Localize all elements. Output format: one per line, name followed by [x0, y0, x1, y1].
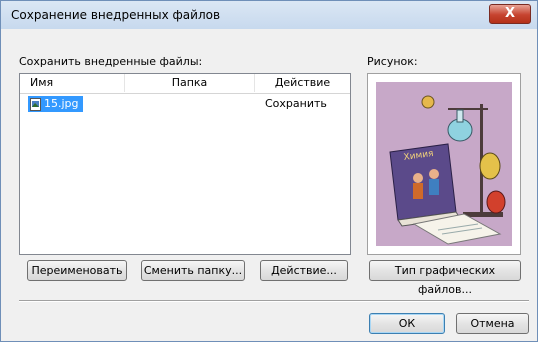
column-header-label: Действие [274, 76, 331, 89]
column-header-name[interactable]: Имя [20, 74, 125, 92]
image-file-icon [30, 97, 41, 111]
close-button[interactable]: X [489, 4, 531, 24]
chemistry-book-picture: Химия [368, 74, 520, 254]
ok-button[interactable]: ОК [369, 313, 445, 334]
column-header-action[interactable]: Действие [255, 74, 350, 92]
picture-preview: Химия [367, 73, 521, 255]
file-name: 15.jpg [44, 97, 79, 110]
file-type-button[interactable]: Тип графических файлов... [369, 260, 521, 296]
change-folder-button[interactable]: Сменить папку... [141, 260, 245, 281]
embedded-files-list[interactable]: Имя Папка Действие 15.jpg Сохранить [19, 73, 351, 255]
title-bar[interactable]: Сохранение внедренных файлов X [1, 1, 537, 28]
preview-label: Рисунок: [367, 55, 418, 68]
column-header-label: Папка [171, 76, 208, 89]
file-name-cell[interactable]: 15.jpg [28, 96, 83, 112]
window-title: Сохранение внедренных файлов [11, 8, 221, 22]
action-button[interactable]: Действие... [260, 260, 348, 281]
column-header-folder[interactable]: Папка [125, 74, 255, 92]
divider [19, 300, 529, 302]
table-row[interactable]: 15.jpg Сохранить [20, 96, 350, 112]
save-embedded-files-dialog: Сохранение внедренных файлов X Сохранить… [0, 0, 538, 342]
file-action: Сохранить [265, 97, 327, 110]
close-icon: X [504, 6, 516, 21]
column-header-label: Имя [30, 76, 54, 89]
cancel-button[interactable]: Отмена [456, 313, 529, 334]
list-header: Имя Папка Действие [20, 74, 350, 94]
rename-button[interactable]: Переименовать [27, 260, 127, 281]
save-files-label: Сохранить внедренные файлы: [19, 55, 203, 68]
